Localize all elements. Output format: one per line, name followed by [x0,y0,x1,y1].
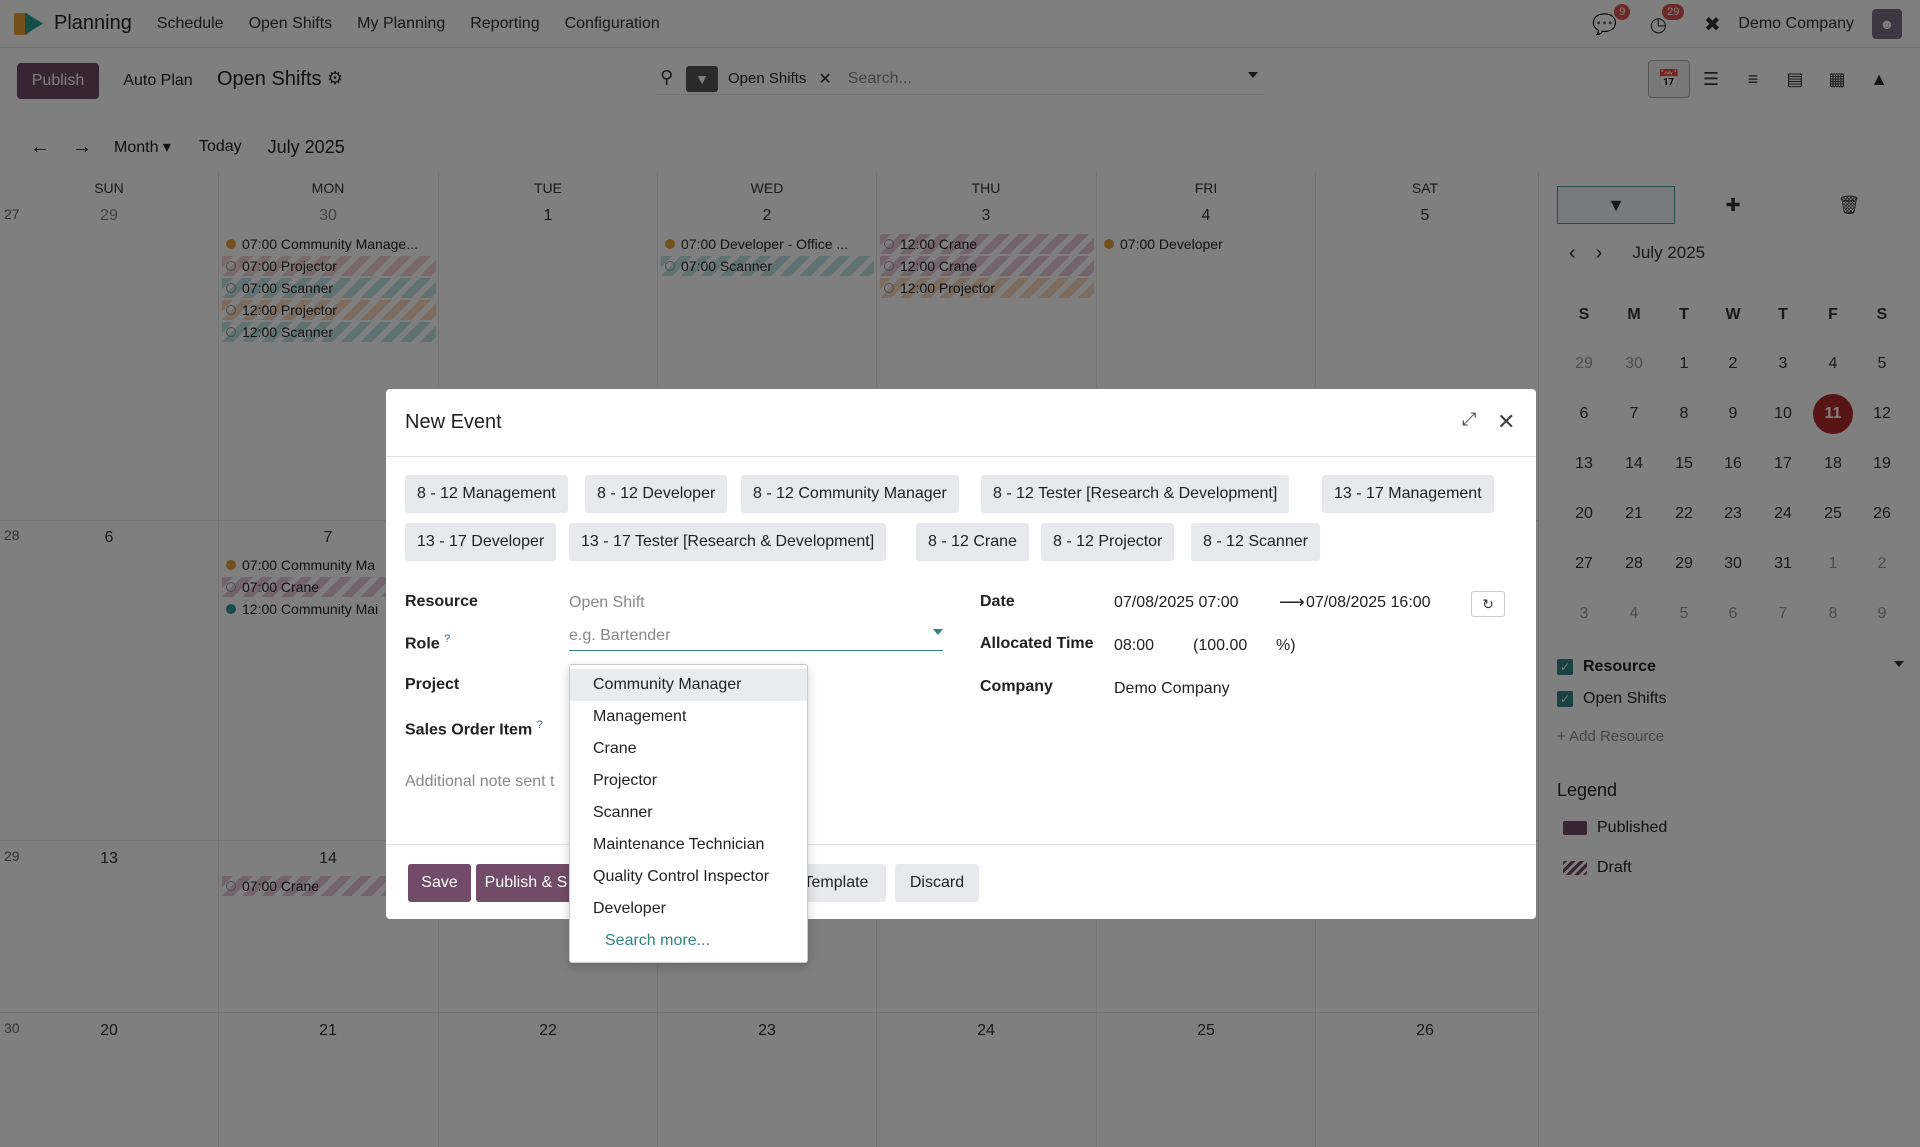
template-button[interactable]: 13 - 17 Tester [Research & Development] [569,523,887,561]
role-option[interactable]: Developer [570,893,807,925]
new-event-dialog: New Event ⤢ ✕ 8 - 12 Management 8 - 12 D… [386,389,1536,919]
note-field[interactable]: Additional note sent t [405,773,554,791]
template-button[interactable]: 8 - 12 Tester [Research & Development] [981,475,1290,513]
arrow-right-icon: ⟶ [1279,592,1305,612]
dialog-header: New Event ⤢ ✕ [386,389,1536,457]
date-end-field[interactable]: 07/08/2025 16:00 [1306,594,1431,612]
role-option[interactable]: Maintenance Technician [570,829,807,861]
allocated-hours-field[interactable]: 08:00 [1114,637,1154,655]
search-more-link[interactable]: Search more... [570,925,807,957]
date-label: Date [980,593,1015,610]
date-start-field[interactable]: 07/08/2025 07:00 [1114,594,1239,612]
discard-button[interactable]: Discard [895,864,979,902]
company-field[interactable]: Demo Company [1114,680,1230,698]
sales-order-item-label: Sales Order Item ? [405,719,543,739]
project-label: Project [405,676,460,693]
percent-sign: %) [1276,637,1296,654]
role-option[interactable]: Scanner [570,797,807,829]
resource-label: Resource [405,593,478,610]
company-label: Company [980,678,1053,695]
allocated-percentage-field[interactable]: (100.00 [1193,637,1247,655]
template-button[interactable]: 8 - 12 Management [405,475,568,513]
publish-save-button[interactable]: Publish & S [476,864,576,902]
role-option[interactable]: Crane [570,733,807,765]
template-button[interactable]: 8 - 12 Crane [916,523,1029,561]
role-input[interactable]: e.g. Bartender [569,621,943,651]
template-button[interactable]: 8 - 12 Community Manager [741,475,959,513]
role-option[interactable]: Management [570,701,807,733]
resource-field[interactable]: Open Shift [569,594,645,612]
role-label: Role ? [405,633,451,653]
template-button[interactable]: 8 - 12 Scanner [1191,523,1320,561]
role-autocomplete-dropdown: Community Manager Management Crane Proje… [569,664,808,963]
role-placeholder: e.g. Bartender [569,626,671,644]
role-option[interactable]: Community Manager [570,669,807,701]
allocated-time-label: Allocated Time [980,635,1094,652]
close-icon[interactable]: ✕ [1497,409,1515,435]
role-option[interactable]: Quality Control Inspector [570,861,807,893]
dialog-title: New Event [405,411,502,433]
dropdown-caret-icon[interactable] [933,629,943,635]
template-button[interactable]: 13 - 17 Developer [405,523,557,561]
refresh-icon[interactable]: ↻ [1471,591,1505,617]
template-button[interactable]: 13 - 17 Management [1322,475,1494,513]
dialog-footer: Save Publish & S Template Discard [386,844,1536,919]
template-button[interactable]: 8 - 12 Developer [585,475,728,513]
save-button[interactable]: Save [408,864,471,902]
template-button[interactable]: 8 - 12 Projector [1041,523,1175,561]
role-option[interactable]: Projector [570,765,807,797]
expand-icon[interactable]: ⤢ [1462,409,1476,430]
